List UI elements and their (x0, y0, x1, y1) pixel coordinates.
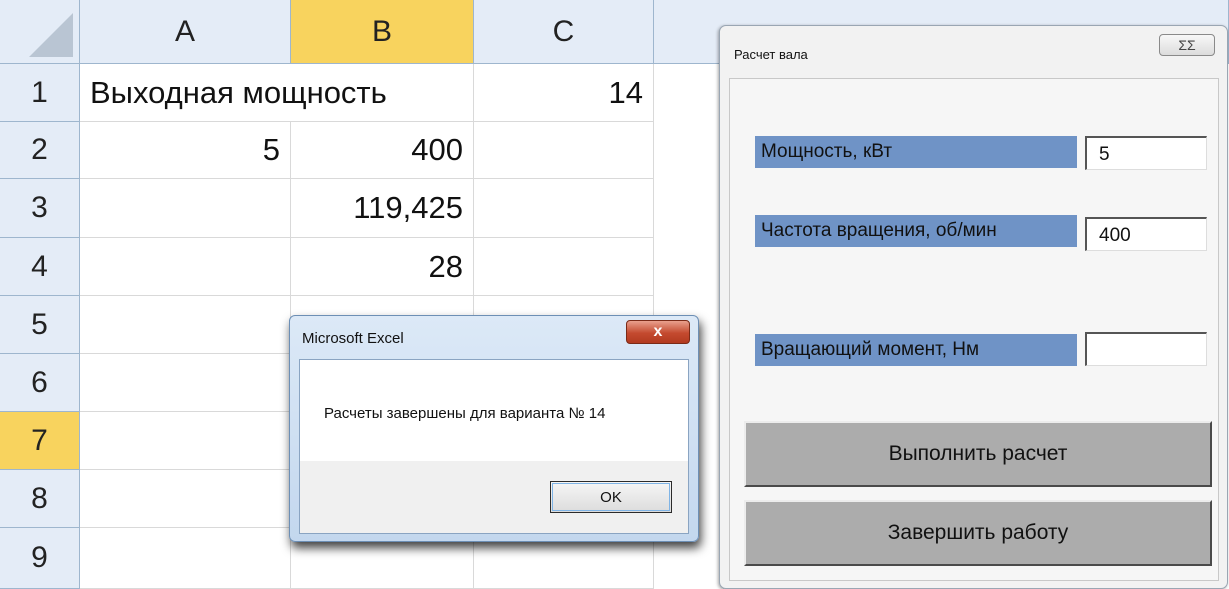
cell-a9[interactable] (80, 528, 291, 589)
cell-b4[interactable]: 28 (291, 238, 474, 296)
cell-b2[interactable]: 400 (291, 122, 474, 179)
message-box-close-button[interactable]: x (626, 320, 690, 344)
calculate-button[interactable]: Выполнить расчет (744, 421, 1212, 487)
cell-c4[interactable] (474, 238, 654, 296)
message-text: Расчеты завершены для варианта № 14 (324, 405, 606, 422)
row-header-3[interactable]: 3 (0, 179, 80, 238)
row-header-6[interactable]: 6 (0, 354, 80, 412)
power-label: Мощность, кВт (755, 136, 1077, 168)
cell-b1[interactable] (291, 64, 474, 122)
row-header-2[interactable]: 2 (0, 122, 80, 179)
row-header-8[interactable]: 8 (0, 470, 80, 528)
cell-a8[interactable] (80, 470, 291, 528)
row-header-9[interactable]: 9 (0, 528, 80, 589)
power-input[interactable]: 5 (1085, 136, 1207, 170)
row-header-4[interactable]: 4 (0, 238, 80, 296)
cell-c2[interactable] (474, 122, 654, 179)
speed-label: Частота вращения, об/мин (755, 215, 1077, 247)
cell-a4[interactable] (80, 238, 291, 296)
column-header-a[interactable]: A (80, 0, 291, 64)
shaft-calculation-form: Расчет вала ΣΣ Мощность, кВт 5 Частота в… (719, 25, 1228, 589)
message-box-body: Расчеты завершены для варианта № 14 OK (299, 359, 689, 534)
column-header-b[interactable]: B (291, 0, 474, 64)
torque-label: Вращающий момент, Нм (755, 334, 1077, 366)
cell-a7[interactable] (80, 412, 291, 470)
ok-button[interactable]: OK (550, 481, 672, 513)
form-title: Расчет вала (734, 47, 808, 62)
cell-a6[interactable] (80, 354, 291, 412)
form-close-button[interactable]: ΣΣ (1159, 34, 1215, 56)
row-header-5[interactable]: 5 (0, 296, 80, 354)
select-all-corner[interactable] (0, 0, 80, 64)
cell-b3[interactable]: 119,425 (291, 179, 474, 238)
cell-a2[interactable]: 5 (80, 122, 291, 179)
speed-input[interactable]: 400 (1085, 217, 1207, 251)
cell-a5[interactable] (80, 296, 291, 354)
message-box: Microsoft Excel x Расчеты завершены для … (289, 315, 699, 542)
cell-a3[interactable] (80, 179, 291, 238)
row-header-7[interactable]: 7 (0, 412, 80, 470)
cell-c1[interactable]: 14 (474, 64, 654, 122)
message-box-title: Microsoft Excel (302, 330, 404, 347)
finish-button[interactable]: Завершить работу (744, 500, 1212, 566)
row-header-1[interactable]: 1 (0, 64, 80, 122)
form-client-area: Мощность, кВт 5 Частота вращения, об/мин… (729, 78, 1219, 581)
message-box-footer: OK (300, 461, 688, 533)
torque-input[interactable] (1085, 332, 1207, 366)
cell-c3[interactable] (474, 179, 654, 238)
cell-a1[interactable]: Выходная мощность (80, 64, 387, 122)
column-header-c[interactable]: C (474, 0, 654, 64)
